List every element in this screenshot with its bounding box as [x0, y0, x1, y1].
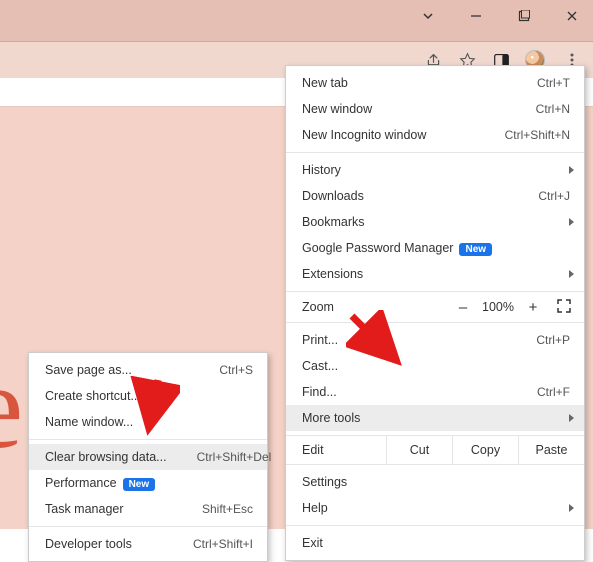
menu-cast[interactable]: Cast...	[286, 353, 584, 379]
menu-item-shortcut: Ctrl+N	[516, 102, 570, 116]
submenu-create-shortcut[interactable]: Create shortcut...	[29, 383, 267, 409]
submenu-task-manager[interactable]: Task manager Shift+Esc	[29, 496, 267, 522]
submenu-name-window[interactable]: Name window...	[29, 409, 267, 435]
menu-edit-row: Edit Cut Copy Paste	[286, 435, 584, 465]
menu-item-label: Google Password ManagerNew	[302, 241, 570, 256]
menu-item-label: Save page as...	[45, 363, 189, 377]
menu-history[interactable]: History	[286, 157, 584, 183]
menu-bookmarks[interactable]: Bookmarks	[286, 209, 584, 235]
menu-item-label: More tools	[302, 411, 570, 425]
window-titlebar	[0, 0, 593, 31]
menu-item-label: Print...	[302, 333, 506, 347]
chevron-right-icon	[569, 270, 574, 278]
menu-item-shortcut: Shift+Esc	[182, 502, 253, 516]
menu-item-label: Developer tools	[45, 537, 163, 551]
menu-item-label: History	[302, 163, 570, 177]
menu-item-label: Bookmarks	[302, 215, 570, 229]
more-tools-submenu: Save page as... Ctrl+S Create shortcut..…	[28, 352, 268, 562]
minimize-button[interactable]	[463, 3, 489, 29]
menu-new-window[interactable]: New window Ctrl+N	[286, 96, 584, 122]
menu-settings[interactable]: Settings	[286, 469, 584, 495]
menu-exit[interactable]: Exit	[286, 530, 584, 556]
menu-item-shortcut: Ctrl+T	[517, 76, 570, 90]
menu-item-label: Cast...	[302, 359, 570, 373]
menu-item-shortcut: Ctrl+Shift+I	[173, 537, 253, 551]
menu-print[interactable]: Print... Ctrl+P	[286, 327, 584, 353]
chevron-right-icon	[569, 218, 574, 226]
menu-item-label: Extensions	[302, 267, 570, 281]
edit-cut-button[interactable]: Cut	[386, 436, 452, 464]
menu-item-shortcut: Ctrl+F	[517, 385, 570, 399]
menu-zoom-row: Zoom – 100% +	[286, 291, 584, 323]
menu-more-tools[interactable]: More tools	[286, 405, 584, 431]
menu-item-shortcut: Ctrl+Shift+Del	[177, 450, 272, 464]
zoom-out-button[interactable]: –	[450, 299, 476, 316]
menu-item-shortcut: Ctrl+Shift+N	[485, 128, 570, 142]
close-button[interactable]	[559, 3, 585, 29]
menu-item-label: New tab	[302, 76, 507, 90]
chevron-right-icon	[569, 504, 574, 512]
menu-item-label: New Incognito window	[302, 128, 475, 142]
submenu-performance[interactable]: PerformanceNew	[29, 470, 267, 496]
menu-item-label: New window	[302, 102, 506, 116]
menu-item-label: Help	[302, 501, 570, 515]
menu-item-label: Exit	[302, 536, 570, 550]
new-badge: New	[459, 243, 492, 256]
submenu-save-page[interactable]: Save page as... Ctrl+S	[29, 357, 267, 383]
submenu-developer-tools[interactable]: Developer tools Ctrl+Shift+I	[29, 531, 267, 557]
new-badge: New	[123, 478, 156, 491]
zoom-value: 100%	[476, 300, 520, 314]
zoom-in-button[interactable]: +	[520, 299, 546, 316]
menu-item-shortcut: Ctrl+J	[518, 189, 570, 203]
menu-extensions[interactable]: Extensions	[286, 261, 584, 287]
menu-item-label: Find...	[302, 385, 507, 399]
menu-new-incognito[interactable]: New Incognito window Ctrl+Shift+N	[286, 122, 584, 148]
chevron-right-icon	[569, 414, 574, 422]
edit-paste-button[interactable]: Paste	[518, 436, 584, 464]
edit-label: Edit	[286, 443, 386, 457]
tab-dropdown-button[interactable]	[415, 3, 441, 29]
menu-item-label: Create shortcut...	[45, 389, 253, 403]
menu-item-label: PerformanceNew	[45, 476, 253, 491]
edit-copy-button[interactable]: Copy	[452, 436, 518, 464]
menu-downloads[interactable]: Downloads Ctrl+J	[286, 183, 584, 209]
menu-item-label: Task manager	[45, 502, 172, 516]
maximize-button[interactable]	[511, 3, 537, 29]
menu-item-label: Name window...	[45, 415, 253, 429]
chevron-right-icon	[569, 166, 574, 174]
menu-new-tab[interactable]: New tab Ctrl+T	[286, 70, 584, 96]
submenu-clear-browsing-data[interactable]: Clear browsing data... Ctrl+Shift+Del	[29, 444, 267, 470]
tab-strip	[0, 31, 593, 42]
menu-item-label: Downloads	[302, 189, 508, 203]
menu-passwords[interactable]: Google Password ManagerNew	[286, 235, 584, 261]
menu-item-label: Settings	[302, 475, 570, 489]
menu-help[interactable]: Help	[286, 495, 584, 521]
fullscreen-icon[interactable]	[556, 298, 574, 316]
menu-item-label: Clear browsing data...	[45, 450, 167, 464]
chrome-main-menu: New tab Ctrl+T New window Ctrl+N New Inc…	[285, 65, 585, 561]
zoom-label: Zoom	[302, 300, 450, 314]
menu-item-shortcut: Ctrl+S	[199, 363, 253, 377]
menu-find[interactable]: Find... Ctrl+F	[286, 379, 584, 405]
menu-item-shortcut: Ctrl+P	[516, 333, 570, 347]
page-logo-letter: e	[0, 338, 23, 476]
